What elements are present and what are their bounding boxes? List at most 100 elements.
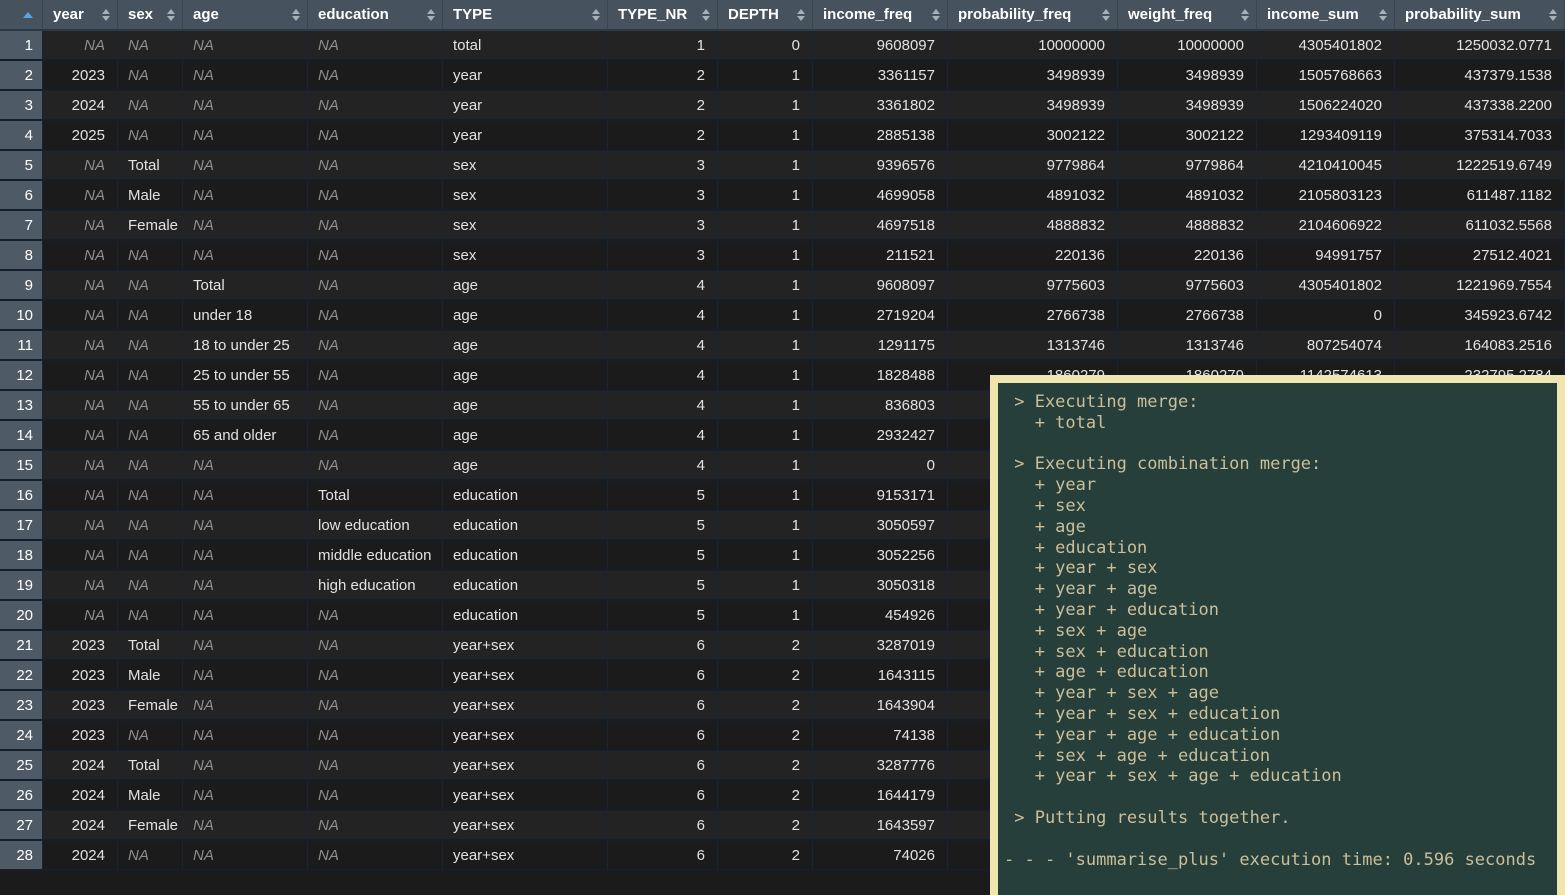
cell-TYPE_NR: 5	[608, 541, 718, 571]
cell-age: NA	[183, 451, 308, 481]
cell-DEPTH: 1	[718, 211, 813, 241]
cell-probability_sum: 164083.2516	[1395, 331, 1565, 361]
cell-sex: NA	[118, 421, 183, 451]
column-header-TYPE_NR[interactable]: TYPE_NR	[608, 0, 718, 29]
column-header-year[interactable]: year	[43, 0, 118, 29]
cell-income_freq: 3287019	[813, 631, 948, 661]
cell-age: NA	[183, 151, 308, 181]
cell-year: 2024	[43, 751, 118, 781]
cell-year: 2025	[43, 121, 118, 151]
cell-year: 2024	[43, 91, 118, 121]
sort-icon	[102, 9, 110, 21]
cell-probability_sum: 1250032.0771	[1395, 31, 1565, 61]
cell-income_freq: 1644179	[813, 781, 948, 811]
sort-icon	[1379, 9, 1387, 21]
cell-age: NA	[183, 511, 308, 541]
row-number: 9	[0, 271, 43, 301]
cell-TYPE: year+sex	[443, 721, 608, 751]
cell-education: low education	[308, 511, 443, 541]
cell-TYPE: age	[443, 361, 608, 391]
cell-TYPE_NR: 2	[608, 121, 718, 151]
cell-DEPTH: 1	[718, 391, 813, 421]
cell-sex: NA	[118, 841, 183, 871]
row-number: 5	[0, 151, 43, 181]
cell-DEPTH: 1	[718, 511, 813, 541]
row-number-column-header[interactable]	[0, 0, 43, 29]
sort-icon	[797, 9, 805, 21]
column-header-DEPTH[interactable]: DEPTH	[718, 0, 813, 29]
cell-sex: NA	[118, 511, 183, 541]
cell-DEPTH: 1	[718, 571, 813, 601]
cell-income_freq: 211521	[813, 241, 948, 271]
table-row: 1NANANANAtotal10960809710000000100000004…	[0, 31, 1565, 61]
cell-probability_freq: 10000000	[948, 31, 1118, 61]
column-header-probability_sum[interactable]: probability_sum	[1395, 0, 1565, 29]
cell-DEPTH: 2	[718, 631, 813, 661]
row-number: 16	[0, 481, 43, 511]
column-header-income_sum[interactable]: income_sum	[1257, 0, 1395, 29]
cell-DEPTH: 1	[718, 121, 813, 151]
row-number: 13	[0, 391, 43, 421]
cell-DEPTH: 1	[718, 91, 813, 121]
cell-education: NA	[308, 91, 443, 121]
cell-year: NA	[43, 451, 118, 481]
column-header-education[interactable]: education	[308, 0, 443, 29]
cell-probability_sum: 437338.2200	[1395, 91, 1565, 121]
cell-education: NA	[308, 721, 443, 751]
cell-TYPE_NR: 6	[608, 721, 718, 751]
cell-weight_freq: 3002122	[1118, 121, 1257, 151]
cell-probability_sum: 1222519.6749	[1395, 151, 1565, 181]
cell-TYPE_NR: 6	[608, 751, 718, 781]
cell-probability_sum: 345923.6742	[1395, 301, 1565, 331]
cell-TYPE: sex	[443, 181, 608, 211]
column-header-age[interactable]: age	[183, 0, 308, 29]
cell-year: NA	[43, 541, 118, 571]
cell-weight_freq: 9775603	[1118, 271, 1257, 301]
cell-TYPE: year	[443, 61, 608, 91]
cell-weight_freq: 3498939	[1118, 91, 1257, 121]
cell-TYPE: year+sex	[443, 691, 608, 721]
cell-DEPTH: 0	[718, 31, 813, 61]
column-header-TYPE[interactable]: TYPE	[443, 0, 608, 29]
cell-probability_sum: 611487.1182	[1395, 181, 1565, 211]
cell-education: NA	[308, 271, 443, 301]
cell-sex: NA	[118, 301, 183, 331]
cell-probability_freq: 4888832	[948, 211, 1118, 241]
cell-year: NA	[43, 361, 118, 391]
cell-TYPE: education	[443, 541, 608, 571]
cell-income_freq: 3050597	[813, 511, 948, 541]
cell-TYPE: year	[443, 91, 608, 121]
column-header-sex[interactable]: sex	[118, 0, 183, 29]
cell-DEPTH: 2	[718, 811, 813, 841]
row-number: 22	[0, 661, 43, 691]
row-number: 17	[0, 511, 43, 541]
column-header-probability_freq[interactable]: probability_freq	[948, 0, 1118, 29]
cell-education: NA	[308, 781, 443, 811]
cell-probability_freq: 4891032	[948, 181, 1118, 211]
row-number: 2	[0, 61, 43, 91]
cell-TYPE_NR: 4	[608, 421, 718, 451]
column-header-income_freq[interactable]: income_freq	[813, 0, 948, 29]
cell-TYPE_NR: 3	[608, 211, 718, 241]
cell-year: 2023	[43, 61, 118, 91]
cell-income_freq: 74138	[813, 721, 948, 751]
cell-TYPE: sex	[443, 241, 608, 271]
cell-age: NA	[183, 661, 308, 691]
cell-income_freq: 2932427	[813, 421, 948, 451]
cell-age: 18 to under 25	[183, 331, 308, 361]
cell-sex: NA	[118, 31, 183, 61]
column-header-weight_freq[interactable]: weight_freq	[1118, 0, 1257, 29]
cell-DEPTH: 1	[718, 61, 813, 91]
cell-year: 2024	[43, 811, 118, 841]
cell-income_freq: 2885138	[813, 121, 948, 151]
cell-probability_freq: 9775603	[948, 271, 1118, 301]
cell-probability_freq: 3498939	[948, 61, 1118, 91]
row-number: 3	[0, 91, 43, 121]
cell-TYPE_NR: 4	[608, 361, 718, 391]
row-number: 1	[0, 31, 43, 61]
sort-icon	[1102, 9, 1110, 21]
cell-year: 2024	[43, 781, 118, 811]
cell-TYPE: year	[443, 121, 608, 151]
cell-DEPTH: 2	[718, 781, 813, 811]
cell-education: NA	[308, 811, 443, 841]
